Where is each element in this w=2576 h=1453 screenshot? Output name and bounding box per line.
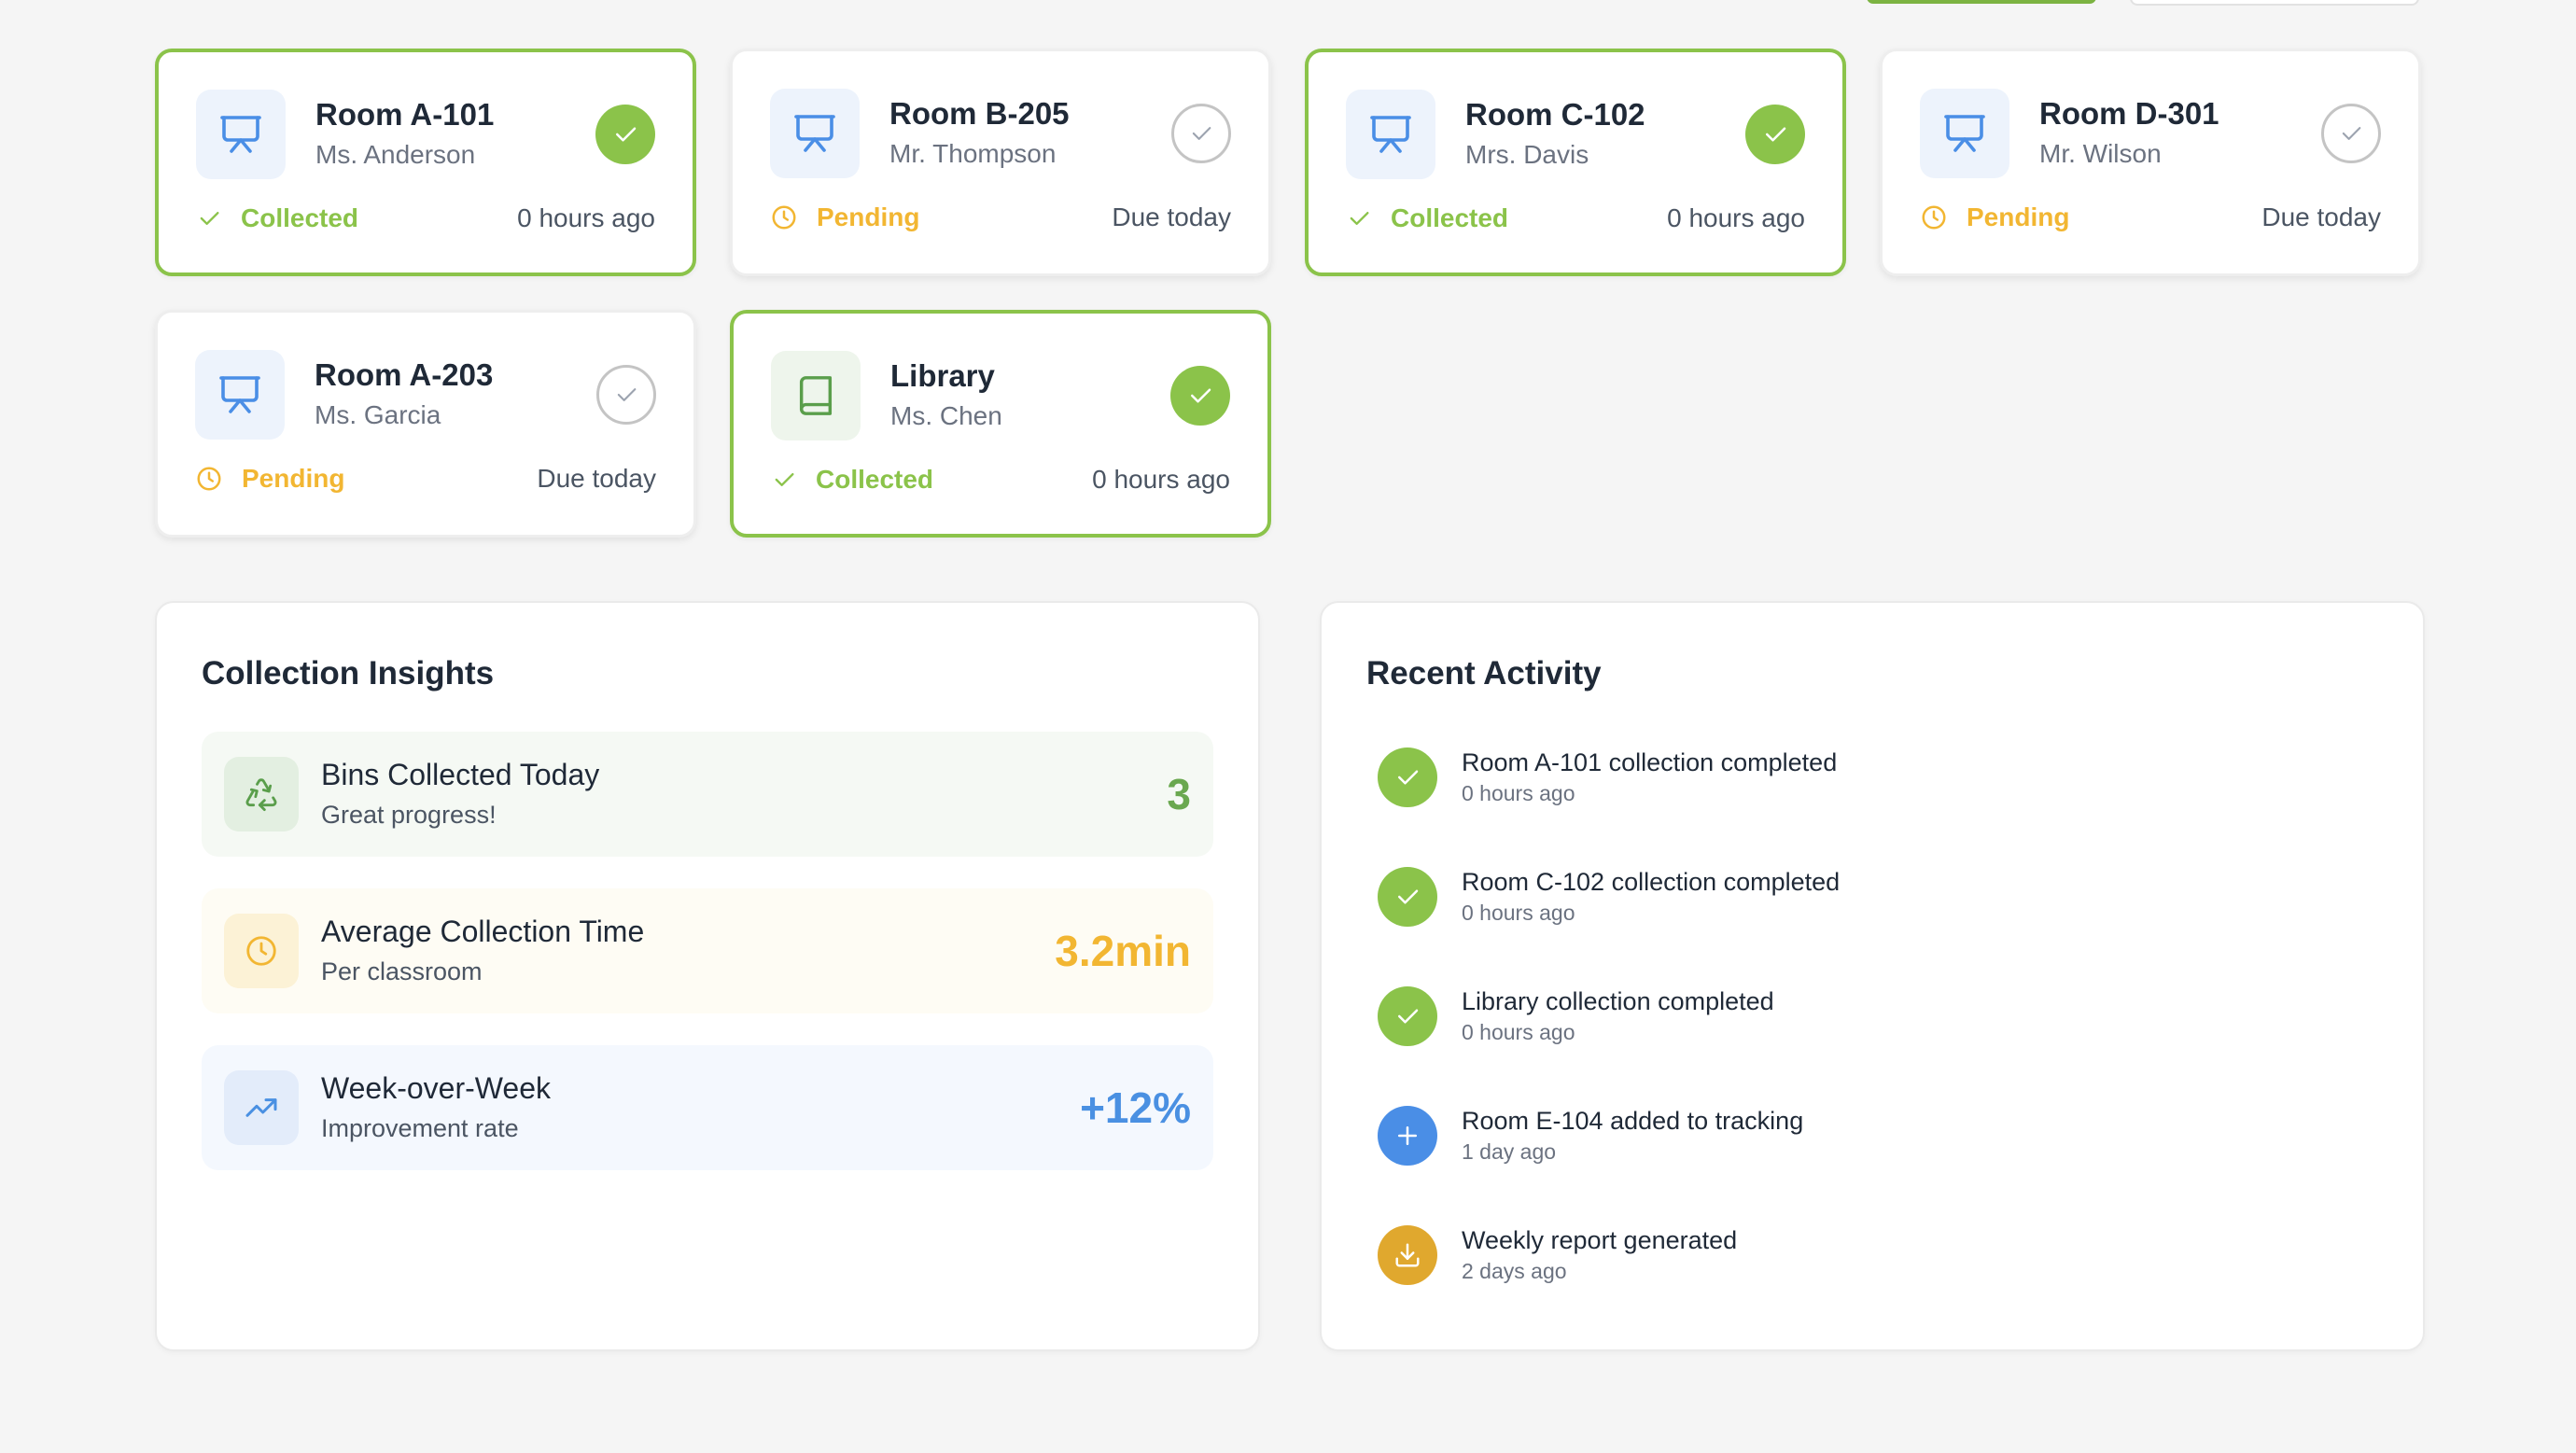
room-card[interactable]: Room C-102 Mrs. Davis Collected 0 hours … xyxy=(1305,49,1846,276)
activity-time: 0 hours ago xyxy=(1462,901,1575,925)
collected-check-icon[interactable] xyxy=(1745,105,1805,164)
room-teacher: Mrs. Davis xyxy=(1465,140,1589,169)
collection-insights-panel: Collection Insights Bins Collected Today… xyxy=(155,601,1260,1351)
insight-sub: Improvement rate xyxy=(321,1114,519,1142)
activity-time: 0 hours ago xyxy=(1462,1020,1575,1044)
room-time: Due today xyxy=(537,464,656,493)
room-card[interactable]: Room B-205 Mr. Thompson Pending Due toda… xyxy=(730,49,1271,276)
check-icon xyxy=(775,473,794,486)
room-teacher: Ms. Anderson xyxy=(315,140,476,169)
room-card[interactable]: Room D-301 Mr. Wilson Pending Due today xyxy=(1880,49,2421,276)
activity-time: 1 day ago xyxy=(1462,1139,1557,1164)
room-status: Collected xyxy=(1346,203,1508,233)
presentation-board-icon xyxy=(195,350,285,440)
activity-time: 0 hours ago xyxy=(1462,781,1575,805)
download-icon xyxy=(1378,1225,1437,1285)
room-status: Collected xyxy=(196,203,358,233)
insight-average-time: Average Collection Time Per classroom 3.… xyxy=(202,888,1213,1013)
room-status: Collected xyxy=(771,465,933,495)
panel-title: Collection Insights xyxy=(202,655,495,692)
plus-icon xyxy=(1378,1106,1437,1166)
activity-title: Library collection completed xyxy=(1462,987,1774,1015)
check-icon xyxy=(1378,986,1437,1046)
pending-check-icon[interactable] xyxy=(596,365,656,425)
room-name: Room D-301 xyxy=(2039,96,2219,131)
check-icon xyxy=(200,212,219,225)
activity-title: Room C-102 collection completed xyxy=(1462,868,1841,896)
clock-icon xyxy=(197,467,221,491)
book-icon xyxy=(771,351,861,440)
recent-activity-panel: Recent Activity Room A-101 collection co… xyxy=(1320,601,2425,1351)
insight-value: 3 xyxy=(1167,770,1191,818)
insight-sub: Great progress! xyxy=(321,801,497,829)
room-status: Pending xyxy=(770,203,919,232)
trending-up-icon xyxy=(224,1070,299,1145)
insight-value: +12% xyxy=(1080,1083,1191,1132)
insight-week-over-week: Week-over-Week Improvement rate +12% xyxy=(202,1045,1213,1170)
activity-item: Room E-104 added to tracking 1 day ago xyxy=(1378,1105,1803,1167)
presentation-board-icon xyxy=(770,89,860,178)
pending-check-icon[interactable] xyxy=(2321,104,2381,163)
clock-icon xyxy=(224,914,299,988)
presentation-board-icon xyxy=(1920,89,2009,178)
top-primary-button[interactable] xyxy=(1867,0,2096,4)
activity-title: Room E-104 added to tracking xyxy=(1462,1107,1804,1135)
pending-check-icon[interactable] xyxy=(1171,104,1231,163)
presentation-board-icon xyxy=(196,90,286,179)
dashboard-page: Room A-101 Ms. Anderson Collected 0 hour… xyxy=(0,0,2576,1453)
collected-check-icon[interactable] xyxy=(1170,366,1230,426)
room-status-label: Pending xyxy=(817,203,920,231)
room-name: Room A-203 xyxy=(315,357,494,392)
collected-check-icon[interactable] xyxy=(595,105,655,164)
clock-icon xyxy=(1922,205,1946,230)
activity-time: 2 days ago xyxy=(1462,1259,1567,1283)
room-teacher: Mr. Wilson xyxy=(2039,139,2162,168)
presentation-board-icon xyxy=(1346,90,1435,179)
activity-title: Weekly report generated xyxy=(1462,1226,1738,1254)
insight-label: Week-over-Week xyxy=(321,1071,551,1105)
check-icon xyxy=(1378,867,1437,927)
recycle-icon xyxy=(224,757,299,831)
room-status-label: Collected xyxy=(241,203,359,232)
room-status-label: Pending xyxy=(242,464,345,493)
activity-item: Room C-102 collection completed 0 hours … xyxy=(1378,866,1840,928)
room-name: Room C-102 xyxy=(1465,97,1645,132)
room-time: 0 hours ago xyxy=(1092,465,1230,494)
room-status-label: Collected xyxy=(816,465,934,494)
clock-icon xyxy=(772,205,796,230)
check-icon xyxy=(1378,747,1437,807)
room-status-label: Collected xyxy=(1391,203,1509,232)
insight-value: 3.2min xyxy=(1055,927,1191,975)
room-name: Room B-205 xyxy=(889,96,1070,131)
activity-item: Room A-101 collection completed 0 hours … xyxy=(1378,747,1837,808)
room-time: 0 hours ago xyxy=(1667,203,1805,232)
room-teacher: Mr. Thompson xyxy=(889,139,1057,168)
room-teacher: Ms. Garcia xyxy=(315,400,441,429)
room-status: Pending xyxy=(1920,203,2069,232)
insight-bins-collected: Bins Collected Today Great progress! 3 xyxy=(202,732,1213,857)
activity-item: Library collection completed 0 hours ago xyxy=(1378,985,1774,1047)
room-card[interactable]: Room A-101 Ms. Anderson Collected 0 hour… xyxy=(155,49,696,276)
check-icon xyxy=(1350,212,1369,225)
room-grid: Room A-101 Ms. Anderson Collected 0 hour… xyxy=(155,49,2421,538)
top-secondary-button[interactable] xyxy=(2130,0,2419,6)
top-toolbar xyxy=(0,0,2576,6)
insight-label: Bins Collected Today xyxy=(321,758,600,791)
room-time: 0 hours ago xyxy=(517,203,655,232)
room-time: Due today xyxy=(1112,203,1231,231)
activity-item: Weekly report generated 2 days ago xyxy=(1378,1224,1737,1286)
room-teacher: Ms. Chen xyxy=(890,401,1002,430)
panel-title: Recent Activity xyxy=(1366,655,1602,692)
insight-sub: Per classroom xyxy=(321,957,483,985)
room-status: Pending xyxy=(195,464,344,494)
activity-title: Room A-101 collection completed xyxy=(1462,748,1838,776)
room-name: Library xyxy=(890,358,995,393)
room-name: Room A-101 xyxy=(315,97,495,132)
insight-label: Average Collection Time xyxy=(321,915,645,948)
room-time: Due today xyxy=(2261,203,2381,231)
room-card[interactable]: Room A-203 Ms. Garcia Pending Due today xyxy=(155,310,696,538)
room-status-label: Pending xyxy=(1967,203,2070,231)
room-card[interactable]: Library Ms. Chen Collected 0 hours ago xyxy=(730,310,1271,538)
